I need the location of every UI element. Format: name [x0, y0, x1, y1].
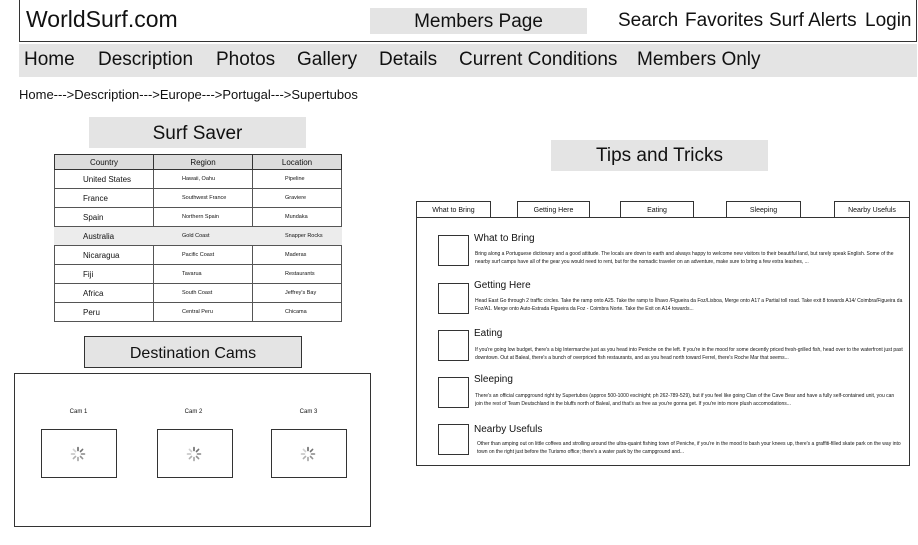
table-header-row: Country Region Location	[54, 154, 342, 170]
tab-nearby-usefuls[interactable]: Nearby Usefuls	[834, 201, 910, 218]
cell-location: Snapper Rocks	[252, 226, 342, 246]
tip-text: Head East Go through 2 traffic circles. …	[475, 298, 903, 312]
table-row[interactable]: France Southwest France Graviere	[54, 188, 342, 208]
cell-country: Fiji	[54, 264, 154, 284]
surf-alerts-link[interactable]: Surf Alerts	[769, 10, 857, 32]
members-page-label: Members Page	[370, 8, 587, 34]
site-header: WorldSurf.com Members Page Search Favori…	[19, 0, 917, 42]
cell-location: Mundaka	[252, 207, 342, 227]
main-nav: Home Description Photos Gallery Details …	[19, 44, 917, 77]
cam-view-3[interactable]	[271, 429, 347, 478]
tab-sleeping[interactable]: Sleeping	[726, 201, 801, 218]
tab-eating[interactable]: Eating	[620, 201, 694, 218]
cam-label: Cam 2	[184, 409, 203, 415]
cell-region: South Coast	[153, 283, 253, 303]
loading-spinner-icon	[70, 446, 86, 462]
cell-country: Africa	[54, 283, 154, 303]
tip-thumbnail	[438, 377, 469, 408]
cell-location: Graviere	[252, 188, 342, 208]
cell-country: Peru	[54, 302, 154, 322]
tab-what-to-bring[interactable]: What to Bring	[416, 201, 491, 218]
cell-region: Tavarua	[153, 264, 253, 284]
search-link[interactable]: Search	[618, 10, 678, 32]
column-header-country: Country	[54, 154, 154, 170]
tip-title: Sleeping	[474, 374, 513, 385]
cell-region: Northern Spain	[153, 207, 253, 227]
table-row[interactable]: United States Hawaii, Oahu Pipeline	[54, 169, 342, 189]
loading-spinner-icon	[186, 446, 202, 462]
tip-title: What to Bring	[474, 233, 535, 244]
tab-getting-here[interactable]: Getting Here	[517, 201, 590, 218]
tip-text: Bring along a Portuguese dictionary and …	[475, 251, 894, 265]
cell-region: Hawaii, Oahu	[153, 169, 253, 189]
nav-item-home[interactable]: Home	[24, 49, 75, 71]
cell-country: Australia	[54, 226, 154, 246]
table-row-highlighted[interactable]: Australia Gold Coast Snapper Rocks	[54, 226, 342, 246]
table-row[interactable]: Peru Central Peru Chicama	[54, 302, 342, 322]
table-row[interactable]: Spain Northern Spain Mundaka	[54, 207, 342, 227]
cam-view-2[interactable]	[157, 429, 233, 478]
cam-label: Cam 1	[69, 409, 88, 415]
cell-region: Southwest France	[153, 188, 253, 208]
tip-thumbnail	[438, 283, 469, 314]
cam-view-1[interactable]	[41, 429, 117, 478]
nav-item-photos[interactable]: Photos	[216, 49, 275, 71]
tips-and-tricks-title: Tips and Tricks	[551, 140, 768, 171]
cell-country: United States	[54, 169, 154, 189]
table-row[interactable]: Africa South Coast Jeffrey's Bay	[54, 283, 342, 303]
cell-location: Restaurants	[252, 264, 342, 284]
destination-cams-title: Destination Cams	[84, 336, 302, 368]
tip-title: Eating	[474, 328, 503, 339]
cell-country: Spain	[54, 207, 154, 227]
surf-saver-title: Surf Saver	[89, 117, 306, 148]
cell-region: Pacific Coast	[153, 245, 253, 265]
cell-location: Chicama	[252, 302, 342, 322]
cell-location: Jeffrey's Bay	[252, 283, 342, 303]
tip-thumbnail	[438, 330, 469, 361]
tip-text: If you're going low budget, there's a bi…	[475, 347, 903, 361]
nav-item-gallery[interactable]: Gallery	[297, 49, 357, 71]
column-header-region: Region	[153, 154, 253, 170]
loading-spinner-icon	[300, 446, 316, 462]
tip-text: Other than amping out on little coffees …	[477, 441, 901, 455]
cam-label: Cam 3	[299, 409, 318, 415]
cell-region: Central Peru	[153, 302, 253, 322]
login-link[interactable]: Login	[865, 10, 912, 32]
site-logo[interactable]: WorldSurf.com	[26, 6, 178, 33]
nav-item-details[interactable]: Details	[379, 49, 437, 71]
cell-country: Nicaragua	[54, 245, 154, 265]
cell-location: Maderas	[252, 245, 342, 265]
cell-location: Pipeline	[252, 169, 342, 189]
tip-title: Getting Here	[474, 280, 531, 291]
tip-text: There's an official campground right by …	[475, 393, 895, 407]
breadcrumb[interactable]: Home--->Description--->Europe--->Portuga…	[19, 87, 358, 102]
tip-thumbnail	[438, 424, 469, 455]
cell-country: France	[54, 188, 154, 208]
surf-saver-table: Country Region Location United States Ha…	[54, 154, 342, 322]
nav-item-description[interactable]: Description	[98, 49, 193, 71]
favorites-link[interactable]: Favorites	[685, 10, 763, 32]
table-row[interactable]: Nicaragua Pacific Coast Maderas	[54, 245, 342, 265]
tips-panel: What to Bring Bring along a Portuguese d…	[416, 217, 910, 466]
destination-cams-panel: Cam 1 Cam 2 Cam 3	[14, 373, 371, 527]
cell-region: Gold Coast	[153, 226, 253, 246]
nav-item-current-conditions[interactable]: Current Conditions	[459, 49, 617, 71]
column-header-location: Location	[252, 154, 342, 170]
nav-item-members-only[interactable]: Members Only	[637, 49, 761, 71]
tip-thumbnail	[438, 235, 469, 266]
table-row[interactable]: Fiji Tavarua Restaurants	[54, 264, 342, 284]
tip-title: Nearby Usefuls	[474, 424, 543, 435]
